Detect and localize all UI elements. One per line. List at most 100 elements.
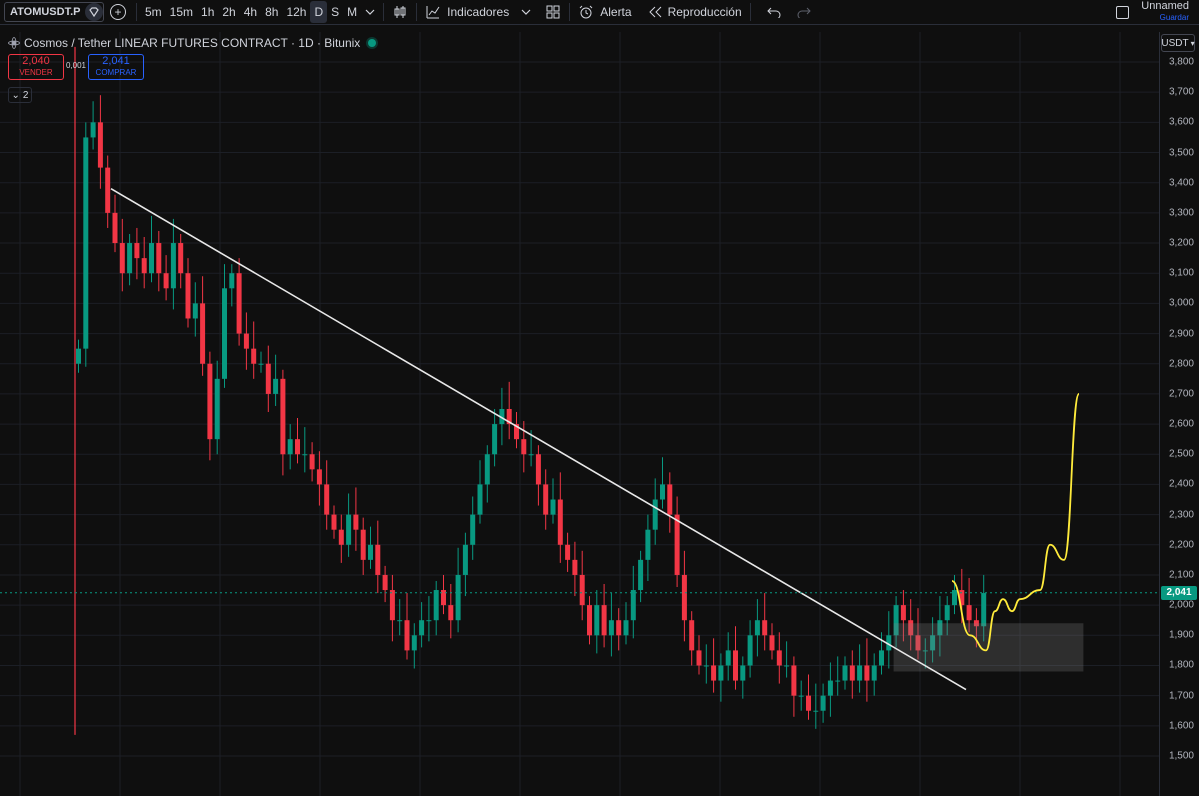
candles [74,46,987,735]
candle [535,454,541,485]
price-tick: 2,800 [1168,358,1194,370]
price-tick: 2,300 [1168,509,1194,521]
candle [565,544,571,560]
save-label: Guardar [1159,13,1189,22]
price-tick: 2,400 [1168,478,1194,490]
candle [776,650,782,666]
candle [857,665,863,681]
chart-legend: Cosmos / Tether LINEAR FUTURES CONTRACT … [8,36,377,50]
candle [455,574,461,621]
candle [879,650,884,666]
candle [185,273,191,319]
price-axis[interactable]: 3,800 3,700 3,600 3,500 3,400 3,300 3,200 3,100… [1159,32,1199,796]
candle [302,454,308,456]
price-tick: 1,700 [1168,690,1194,702]
price-tick: 1,800 [1168,659,1194,671]
price-tick: 2,900 [1168,328,1194,340]
price-tick: 2,100 [1168,569,1194,581]
candle [316,469,322,485]
price-tick: 3,400 [1168,177,1194,189]
candle [703,665,709,667]
candle [83,137,89,349]
candle [112,212,118,244]
candle [667,484,673,515]
price-tick: 2,600 [1168,418,1194,430]
candle [90,122,96,138]
price-chart[interactable] [0,0,1159,796]
price-tick: 2,000 [1168,599,1194,611]
candle [579,574,585,606]
candle [477,484,483,515]
candle [127,243,133,274]
candle [674,514,680,575]
candle [769,635,775,651]
candle [762,620,768,636]
candle [521,439,527,455]
candle [375,544,381,575]
buy-button[interactable]: 2,041 COMPRAR [88,54,144,80]
market-open-indicator [368,39,377,47]
last-price-tag: 2,041 [1161,585,1197,600]
currency-selector[interactable]: USDT ▾ [1161,34,1195,52]
candle [192,303,198,319]
indicator-count: 2 [22,89,29,101]
candle [820,695,826,711]
candle [754,620,760,636]
candle [696,650,702,666]
candle [718,665,724,681]
candle [207,363,213,440]
price-tick: 3,200 [1168,237,1194,249]
candle [419,620,425,636]
price-tick: 3,100 [1168,267,1194,279]
candle [784,665,790,667]
chevron-down-icon: ▾ [1190,38,1195,48]
candle [338,529,344,545]
candle [273,378,279,394]
sell-button[interactable]: 2,040 VENDER [8,54,64,80]
candle [462,544,468,575]
candle [798,695,804,697]
chevron-down-icon: ⌄ [11,89,20,101]
candle [492,424,498,455]
candle [426,620,432,622]
price-tick: 3,800 [1168,56,1194,68]
candle [944,605,950,621]
price-tick: 2,500 [1168,448,1194,460]
candle [382,574,388,591]
candle [528,454,534,456]
candle [287,439,293,455]
candle [200,303,206,364]
candle [711,665,717,681]
price-tick: 3,700 [1168,86,1194,98]
candle [433,590,439,621]
candle [827,680,833,696]
candle [163,273,169,289]
buy-price: 2,041 [102,55,130,67]
indicators-collapse-button[interactable]: ⌄ 2 [8,87,32,103]
candle [557,499,563,545]
candle [733,650,738,681]
candle [156,243,162,274]
candle [265,363,271,394]
price-tick: 3,500 [1168,147,1194,159]
candle [214,378,220,440]
candle [623,620,629,636]
candle [448,605,454,621]
price-tick: 2,700 [1168,388,1194,400]
candle [229,273,235,289]
candle [134,243,140,259]
candle [871,665,877,681]
candle [470,514,476,545]
candle [747,635,753,666]
candle [353,514,359,530]
candle [550,499,556,515]
price-tick: 1,600 [1168,720,1194,732]
candle [76,348,81,364]
candle [835,680,841,682]
candle [222,288,227,379]
buy-label: COMPRAR [95,68,137,77]
candle [572,559,578,575]
chart-grid [0,32,1159,796]
candle [725,650,731,666]
candle [178,243,184,274]
